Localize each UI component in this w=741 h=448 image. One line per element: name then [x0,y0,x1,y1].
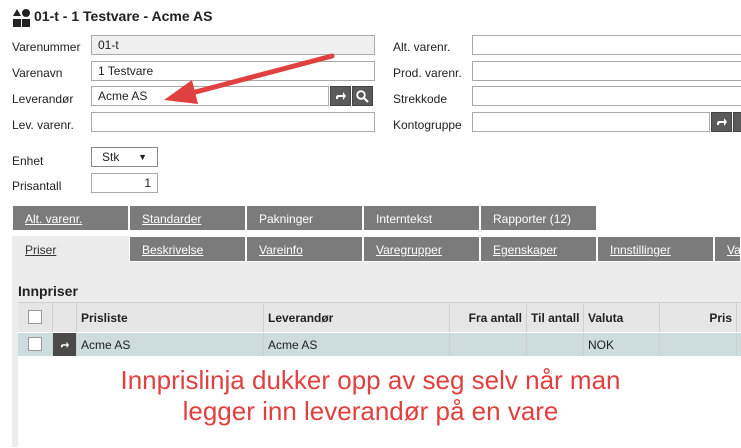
cell-valuta[interactable]: NOK [584,333,660,356]
enhet-label: Enhet [12,154,44,168]
tab-label: Innstillinger [610,243,671,257]
prisantall-label: Prisantall [12,179,62,193]
tab-vareinfo[interactable]: Vareinfo [246,236,363,262]
tab-egenskaper[interactable]: Egenskaper [480,236,597,262]
tab-label: Egenskaper [493,243,558,257]
cell-til-antall[interactable] [527,333,584,356]
row-checkbox[interactable] [28,337,42,351]
enhet-select[interactable]: Stk ▼ [91,147,158,167]
col-header-fra-antall[interactable]: Fra antall [450,303,527,332]
col-header-leverandor[interactable]: Leverandør [264,303,450,332]
leverandor-label: Leverandør [12,92,74,106]
select-all-cell [18,303,53,332]
cell-pris[interactable] [660,333,737,356]
tab-beskrivelse[interactable]: Beskrivelse [129,236,246,262]
tab-standarder[interactable]: Standarder [129,205,246,231]
kontogruppe-search-button[interactable] [733,112,741,132]
cell-prisliste[interactable]: Acme AS [77,333,264,356]
tab-alt-varenr[interactable]: Alt. varenr. [12,205,129,231]
lev-varenr-label: Lev. varenr. [12,118,74,132]
tab-label: Alt. varenr. [25,212,83,226]
tab-label: Standarder [142,212,202,226]
page-title: 01-t - 1 Testvare - Acme AS [34,8,213,24]
tab-label: Va [727,243,741,257]
annotation-line-1: Innprislinja dukker opp av seg selv når … [120,365,621,395]
tab-label: Beskrivelse [142,243,204,257]
strekkode-label: Strekkode [393,92,448,106]
alt-varenr-label: Alt. varenr. [393,40,451,54]
tab-rapporter[interactable]: Rapporter (12) [480,205,597,231]
tab-innstillinger[interactable]: Innstillinger [597,236,714,262]
annotation-line-2: legger inn leverandør på en vare [182,396,559,426]
tab-interntekst[interactable]: Interntekst [363,205,480,231]
tab-label: Varegrupper [376,243,442,257]
col-header-overflow [737,303,741,332]
prisantall-field[interactable]: 1 [91,173,158,193]
annotation-arrow-icon [164,53,335,104]
tab-label: Pakninger [259,212,314,226]
arrow-right-icon [60,341,69,348]
arrow-right-icon [716,118,727,126]
tab-label: Rapporter (12) [493,212,572,226]
innpriser-title: Innpriser [18,283,78,299]
prod-varenr-label: Prod. varenr. [393,66,462,80]
tab-label: Vareinfo [259,243,303,257]
varenummer-label: Varenummer [12,40,81,54]
prod-varenr-field[interactable] [472,61,741,81]
tab-varegrupper[interactable]: Varegrupper [363,236,480,262]
tab-va[interactable]: Va [714,236,741,262]
row-goto-button[interactable] [53,333,77,356]
alt-varenr-field[interactable] [472,35,741,55]
cell-overflow [737,333,741,356]
select-all-checkbox[interactable] [28,310,42,324]
chevron-down-icon: ▼ [138,152,147,162]
row-select-cell [18,333,53,356]
tab-label: Priser [25,243,57,257]
kontogruppe-goto-button[interactable] [711,112,732,132]
tab-pakninger[interactable]: Pakninger [246,205,363,231]
col-header-pris[interactable]: Pris [660,303,737,332]
kontogruppe-label: Kontogruppe [393,118,462,132]
tab-priser[interactable]: Priser [12,236,129,264]
row-marker-header [53,303,77,332]
cell-leverandor[interactable]: Acme AS [264,333,450,356]
col-header-prisliste[interactable]: Prisliste [77,303,264,332]
cell-fra-antall[interactable] [450,333,527,356]
varenavn-label: Varenavn [12,66,63,80]
kontogruppe-field[interactable] [472,112,710,132]
lev-varenr-field[interactable] [91,112,375,132]
leverandor-search-button[interactable] [352,86,373,106]
tab-label: Interntekst [376,212,433,226]
col-header-til-antall[interactable]: Til antall [527,303,584,332]
strekkode-field[interactable] [472,86,741,106]
col-header-valuta[interactable]: Valuta [584,303,660,332]
shapes-icon [12,8,32,28]
search-icon [356,89,369,103]
enhet-value: Stk [102,150,120,164]
